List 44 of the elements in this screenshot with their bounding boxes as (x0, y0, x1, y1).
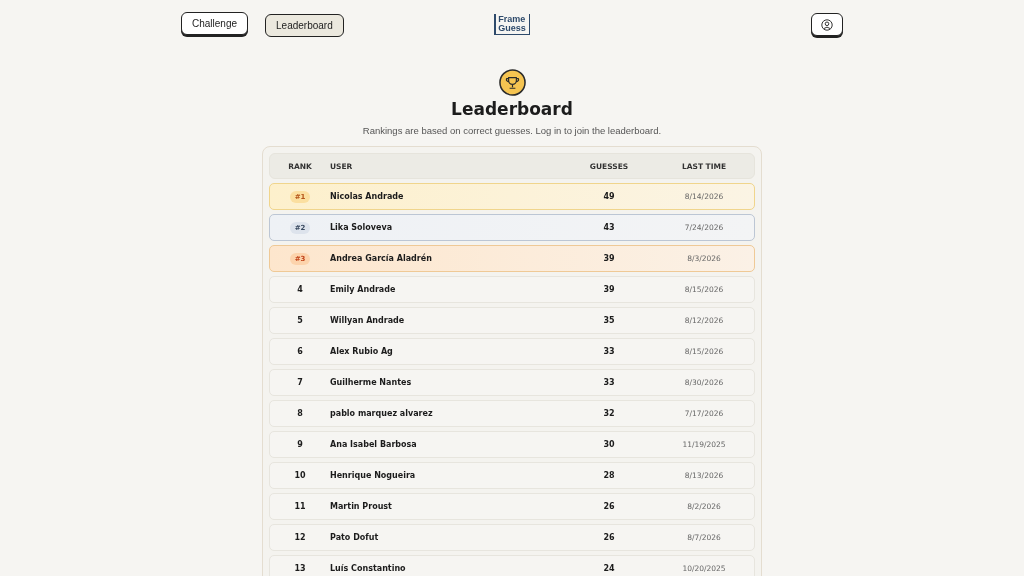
user-cell-text: pablo marquez alvarez (330, 409, 434, 418)
logo[interactable]: Frame Guess (494, 14, 530, 35)
user-cell-text: Willyan Andrade (330, 316, 406, 325)
page-title: Leaderboard (451, 99, 573, 119)
user-cell-text: Nicolas Andrade (330, 192, 405, 201)
guesses-cell-text: 43 (602, 223, 616, 232)
rank-cell-text: 5 (296, 316, 304, 325)
user-cell-text: Martin Proust (330, 502, 393, 511)
guesses-cell-text: 33 (602, 347, 616, 356)
rank-cell-text: 12 (293, 533, 307, 542)
user-cell-text: Alex Rubio Ag (330, 347, 394, 356)
nav-tab[interactable]: Challenge (181, 12, 249, 35)
user-cell-text: Lika Soloveva (330, 223, 394, 232)
guesses-cell-text: 39 (602, 285, 616, 294)
nav-tab[interactable]: Leaderboard (265, 14, 344, 37)
guesses-cell-text: 35 (602, 316, 616, 325)
rank-cell-text: 9 (296, 440, 304, 449)
rank-cell-text: 6 (296, 347, 304, 356)
user-icon (821, 18, 833, 31)
rank-cell-text: 8 (296, 409, 304, 418)
user-cell-text: Emily Andrade (330, 285, 397, 294)
guesses-cell-text: 30 (602, 440, 616, 449)
trophy-icon (498, 69, 526, 96)
guesses-cell-text: 26 (602, 533, 616, 542)
user-cell-text: Guilherme Nantes (330, 378, 413, 387)
guesses-cell-text: 39 (602, 254, 616, 263)
guesses-cell-text: 49 (602, 192, 616, 201)
account-button[interactable] (811, 13, 843, 36)
rank-cell-text: 11 (293, 502, 307, 511)
rank-cell-text: 13 (293, 564, 307, 573)
rank-cell-text: 10 (293, 471, 307, 480)
user-cell-text: Pato Dofut (330, 533, 380, 542)
user-cell-text: Luís Constantino (330, 564, 407, 573)
guesses-cell-text: 32 (602, 409, 616, 418)
rank-cell-text: 7 (296, 378, 304, 387)
guesses-cell-text: 24 (602, 564, 616, 573)
guesses-cell-text: 33 (602, 378, 616, 387)
user-cell-text: Henrique Nogueira (330, 471, 417, 480)
user-cell-text: Ana Isabel Barbosa (330, 440, 418, 449)
guesses-cell-text: 28 (602, 471, 616, 480)
page-subtitle: Rankings are based on correct guesses. Log in to join the leaderboard. (362, 125, 662, 136)
guesses-cell-text: 26 (602, 502, 616, 511)
user-cell-text: Andrea García Aladrén (330, 254, 433, 263)
rank-cell-text: 4 (296, 285, 304, 294)
